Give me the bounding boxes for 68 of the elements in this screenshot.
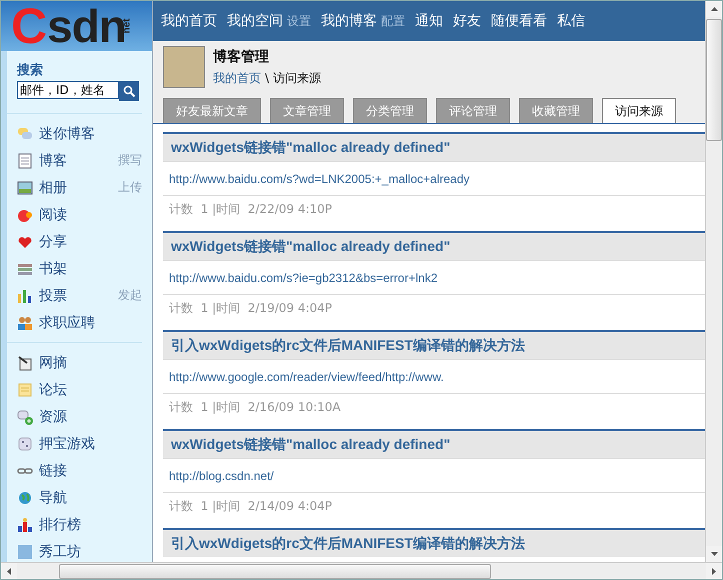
bar-chart-icon [17, 288, 33, 304]
sidebar-link[interactable]: 论坛 [39, 380, 142, 398]
search-field[interactable]: 邮件，ID，姓名 [17, 81, 119, 99]
referrer-link[interactable]: http://www.baidu.com/s?wd=LNK2005:+_malloc+already [163, 161, 705, 196]
logo[interactable]: Csdn net [11, 1, 135, 51]
sidebar-link[interactable]: 链接 [39, 462, 142, 480]
square-glyph-icon [17, 544, 33, 560]
sidebar-link[interactable]: 迷你博客 [39, 124, 142, 142]
sidebar-link[interactable]: 投票 [39, 286, 118, 304]
page-title: 博客管理 [213, 48, 270, 66]
sidebar-link[interactable]: 押宝游戏 [39, 434, 142, 452]
nav-sub-link[interactable]: 配置 [381, 13, 405, 30]
search-icon [122, 84, 136, 98]
scroll-thumb[interactable] [59, 564, 491, 578]
notebook-icon [17, 152, 33, 168]
clip-note-icon [17, 354, 33, 370]
search-label: 搜索 [17, 62, 44, 79]
sidebar-link[interactable]: 博客 [39, 152, 118, 170]
sidebar-link[interactable]: 资源 [39, 408, 142, 426]
up-arrow-icon[interactable] [710, 7, 718, 11]
horizontal-scrollbar[interactable] [1, 562, 722, 579]
sidebar-link[interactable]: 阅读 [39, 206, 142, 224]
entry-title[interactable]: wxWidgets链接错"malloc already defined" [163, 233, 705, 260]
nav-link[interactable]: 通知 [415, 12, 443, 30]
dice-icon [17, 436, 33, 452]
referrer-link[interactable]: http://www.baidu.com/s?ie=gb2312&bs=error+lnk2 [163, 260, 705, 295]
tab[interactable]: 访问来源 [602, 98, 676, 123]
sidebar-link[interactable]: 排行榜 [39, 516, 142, 534]
picture-icon [17, 180, 33, 196]
entry-title[interactable]: wxWidgets链接错"malloc already defined" [163, 431, 705, 458]
people-icon [17, 314, 33, 330]
entry-title[interactable]: wxWidgets链接错"malloc already defined" [163, 134, 705, 161]
entry-meta: 计数 1 |时间 2/22/09 4:10P [168, 200, 334, 218]
entry-title[interactable]: 引入wxWdigets的rc文件后MANIFEST编译错的解决方法 [163, 332, 705, 359]
current-page-label: \ 访问来源 [265, 70, 321, 86]
nav-link[interactable]: 随便看看 [491, 12, 547, 30]
chat-plus-icon [17, 408, 33, 424]
entry-meta: 计数 1 |时间 2/16/09 10:10A [168, 398, 342, 416]
entry-title[interactable]: 引入wxWdigets的rc文件后MANIFEST编译错的解决方法 [163, 530, 705, 557]
nav-link[interactable]: 我的博客 [321, 12, 377, 30]
down-arrow-icon[interactable] [710, 552, 718, 556]
search-button[interactable] [119, 81, 139, 101]
sidebar-link[interactable]: 分享 [39, 232, 142, 250]
referrer-link[interactable]: http://blog.csdn.net/ [163, 458, 705, 493]
nav-link[interactable]: 好友 [453, 12, 481, 30]
avatar-placeholder [163, 46, 205, 88]
nav-link[interactable]: 我的首页 [161, 12, 217, 30]
sidebar-link[interactable]: 求职应聘 [39, 314, 142, 332]
vertical-scrollbar[interactable] [705, 1, 722, 562]
podium-icon [17, 516, 33, 532]
sidebar-link[interactable]: 书架 [39, 260, 142, 278]
globe-icon [17, 490, 33, 506]
entry-meta: 计数 1 |时间 2/14/09 4:04P [168, 498, 334, 515]
sidebar-link[interactable]: 相册 [39, 178, 118, 196]
left-arrow-icon[interactable] [7, 568, 11, 574]
entry-meta: 计数 1 |时间 2/19/09 4:04P [168, 300, 334, 317]
sidebar-link[interactable]: 秀工坊 [39, 542, 142, 560]
nav-sub-link[interactable]: 设置 [287, 13, 311, 30]
chat-bubble-icon [17, 126, 33, 142]
sidebar-link[interactable]: 网摘 [39, 354, 142, 372]
scroll-thumb[interactable] [706, 19, 722, 141]
breadcrumb-link[interactable]: 我的首页 [213, 70, 261, 86]
nav-link[interactable]: 私信 [557, 12, 585, 30]
sticky-note-icon [17, 382, 33, 398]
referrer-link[interactable]: http://www.google.com/reader/view/feed/http://www. [163, 359, 705, 394]
nav-link[interactable]: 我的空间 [227, 12, 283, 30]
sidebar-link[interactable]: 导航 [39, 488, 142, 506]
right-arrow-icon[interactable] [712, 568, 716, 574]
